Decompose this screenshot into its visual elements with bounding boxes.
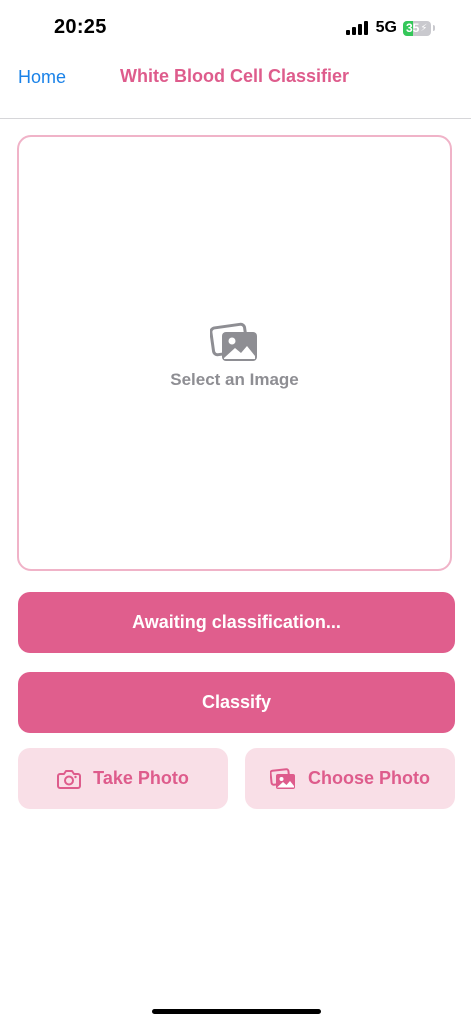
battery-icon: 35 ⚡ (403, 20, 431, 36)
app-screen: 20:25 5G 35 ⚡ Home White Blood Cell Clas… (0, 0, 471, 1024)
classify-button[interactable]: Classify (18, 672, 455, 733)
take-photo-label: Take Photo (93, 768, 189, 788)
battery-level: 35 (406, 21, 420, 35)
home-back-button[interactable]: Home (18, 67, 66, 88)
status-indicators: 5G 35 ⚡ (345, 19, 435, 37)
cellular-signal-icon (345, 21, 368, 35)
image-select-area[interactable]: Select an Image (17, 135, 452, 571)
charging-bolt-icon: ⚡ (420, 22, 428, 34)
classification-status: Awaiting classification... (18, 592, 455, 653)
image-placeholder: Select an Image (19, 322, 450, 390)
select-image-label: Select an Image (170, 370, 299, 389)
choose-photo-button[interactable]: Choose Photo (245, 748, 455, 809)
network-type: 5G (375, 19, 397, 36)
page-title: White Blood Cell Classifier (120, 66, 350, 86)
status-bar: 20:25 5G 35 ⚡ (0, 0, 471, 56)
status-time: 20:25 (54, 16, 107, 38)
choose-photo-label: Choose Photo (308, 768, 430, 788)
camera-icon (57, 769, 82, 789)
navigation-bar: Home White Blood Cell Classifier (0, 56, 471, 119)
photo-stack-icon (209, 322, 257, 361)
take-photo-button[interactable]: Take Photo (18, 748, 228, 809)
home-indicator[interactable] (152, 1009, 321, 1014)
battery-cap (433, 25, 435, 31)
photo-library-icon (270, 767, 295, 789)
